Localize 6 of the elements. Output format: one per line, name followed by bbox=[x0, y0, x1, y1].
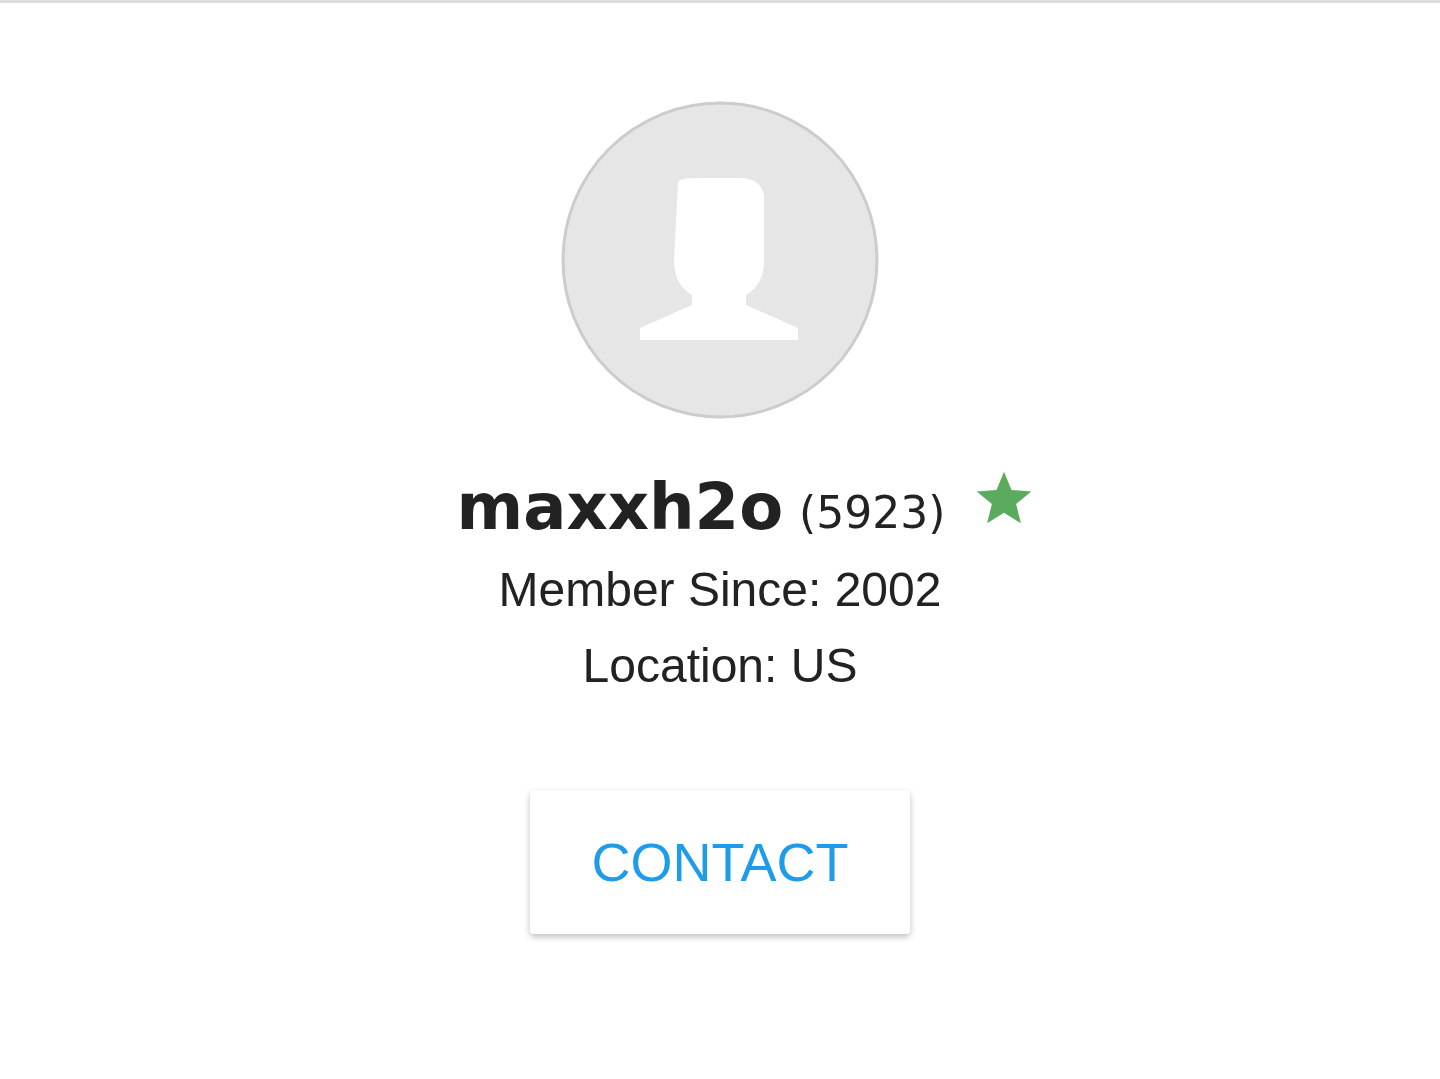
avatar-icon bbox=[560, 100, 880, 420]
location: Location: US bbox=[582, 638, 858, 694]
contact-button[interactable]: CONTACT bbox=[530, 790, 910, 934]
username: maxxh2o bbox=[456, 470, 784, 544]
feedback-count: (5923) bbox=[799, 486, 946, 538]
member-since: Member Since: 2002 bbox=[498, 562, 942, 618]
